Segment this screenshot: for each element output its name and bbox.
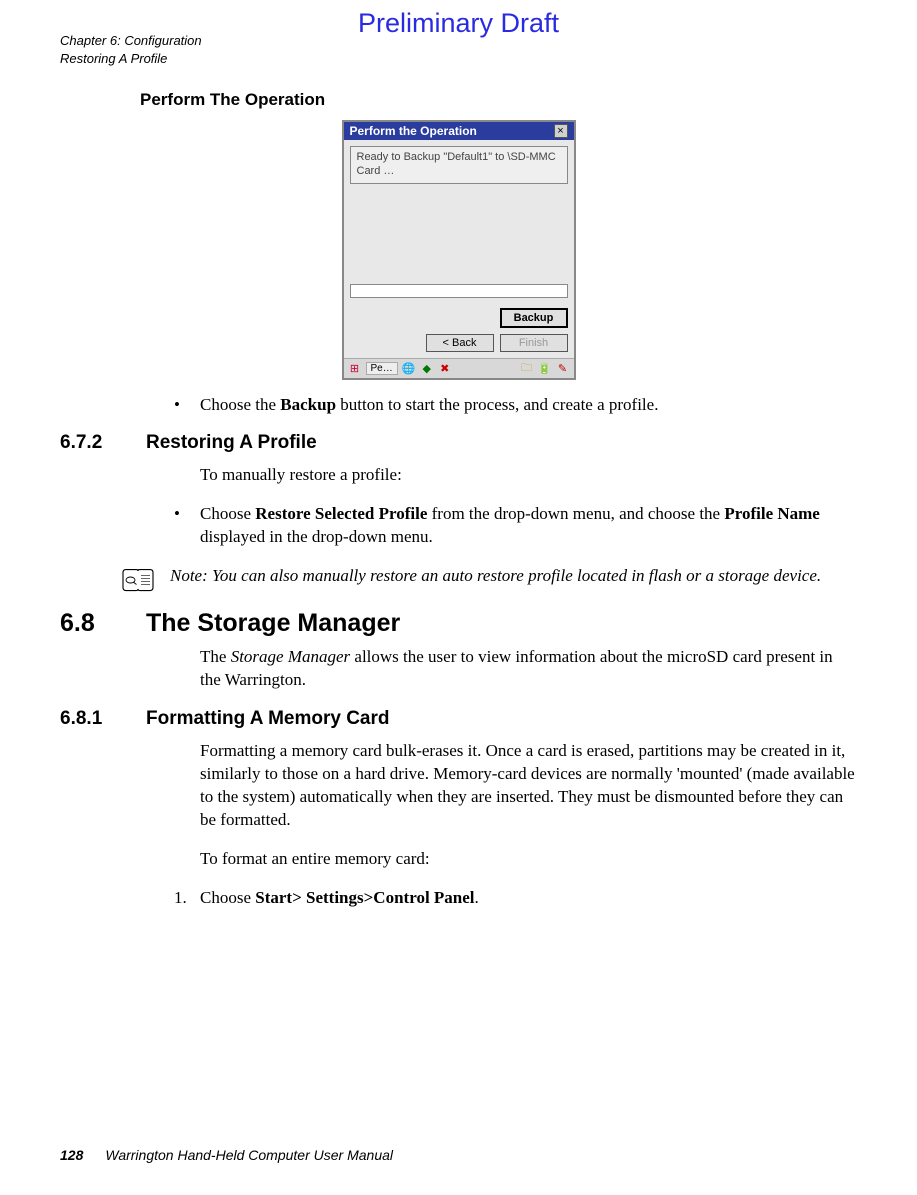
bullet-restore-profile: Choose Restore Selected Profile from the… [200, 503, 857, 549]
taskbar-app-button[interactable]: Pe… [366, 362, 398, 375]
progress-bar [350, 284, 568, 298]
dialog-body: Ready to Backup "Default1" to \SD-MMC Ca… [344, 140, 574, 358]
text-bold: Start> Settings>Control Panel [255, 888, 474, 907]
text: Choose the [200, 395, 280, 414]
para-storage-manager: The Storage Manager allows the user to v… [200, 646, 857, 692]
text: displayed in the drop-down menu. [200, 527, 433, 546]
dialog-title-text: Perform the Operation [350, 124, 477, 138]
header-section: Restoring A Profile [60, 50, 202, 68]
back-button[interactable]: < Back [426, 334, 494, 352]
screenshot-container: Perform the Operation × Ready to Backup … [60, 120, 857, 380]
section-number: 6.8 [60, 609, 118, 638]
note-icon [120, 567, 156, 593]
text-bold: Restore Selected Profile [255, 504, 427, 523]
tray-shield-icon[interactable]: ◆ [420, 361, 434, 375]
finish-button: Finish [500, 334, 568, 352]
taskbar: ⊞ Pe… 🌐 ◆ ✖ 🗀 🔋 ✎ [344, 358, 574, 378]
text: Choose [200, 888, 255, 907]
tray-battery-icon[interactable]: 🔋 [538, 361, 552, 375]
bullet-choose-backup: Choose the Backup button to start the pr… [200, 394, 857, 417]
dialog-message: Ready to Backup "Default1" to \SD-MMC Ca… [350, 146, 568, 184]
para-formatting-1: Formatting a memory card bulk-erases it.… [200, 740, 857, 832]
text: . [475, 888, 479, 907]
tray-alert-icon[interactable]: ✖ [438, 361, 452, 375]
heading-perform-operation: Perform The Operation [140, 90, 857, 110]
tray-edit-icon[interactable]: ✎ [556, 361, 570, 375]
section-681: 6.8.1 Formatting A Memory Card [60, 708, 857, 730]
text-bold: Backup [280, 395, 336, 414]
section-title: The Storage Manager [146, 609, 400, 638]
text: The [200, 647, 231, 666]
header-chapter: Chapter 6: Configuration [60, 32, 202, 50]
close-icon[interactable]: × [554, 124, 568, 138]
text: Choose [200, 504, 255, 523]
text: from the drop-down menu, and choose the [427, 504, 724, 523]
tray-folder-icon[interactable]: 🗀 [520, 361, 534, 375]
dialog-titlebar: Perform the Operation × [344, 122, 574, 140]
note-text: Note: You can also manually restore an a… [170, 565, 821, 588]
text-bold: Profile Name [724, 504, 820, 523]
text: button to start the process, and create … [336, 395, 658, 414]
step-1: 1. Choose Start> Settings>Control Panel. [200, 887, 857, 910]
tray-globe-icon[interactable]: 🌐 [402, 361, 416, 375]
section-number: 6.8.1 [60, 708, 118, 730]
backup-button[interactable]: Backup [500, 308, 568, 328]
manual-title: Warrington Hand-Held Computer User Manua… [105, 1147, 393, 1163]
text-italic: Storage Manager [231, 647, 350, 666]
step-number: 1. [174, 887, 187, 910]
note-block: Note: You can also manually restore an a… [120, 565, 857, 593]
section-number: 6.7.2 [60, 432, 118, 454]
section-title: Restoring A Profile [146, 432, 317, 454]
start-icon[interactable]: ⊞ [348, 361, 362, 375]
page-number: 128 [60, 1147, 83, 1163]
para-restore-intro: To manually restore a profile: [200, 464, 857, 487]
page-footer: 128 Warrington Hand-Held Computer User M… [60, 1147, 393, 1163]
page-header: Chapter 6: Configuration Restoring A Pro… [60, 32, 202, 67]
section-title: Formatting A Memory Card [146, 708, 390, 730]
section-672: 6.7.2 Restoring A Profile [60, 432, 857, 454]
section-68: 6.8 The Storage Manager [60, 609, 857, 638]
dialog-perform-operation: Perform the Operation × Ready to Backup … [342, 120, 576, 380]
para-formatting-2: To format an entire memory card: [200, 848, 857, 871]
